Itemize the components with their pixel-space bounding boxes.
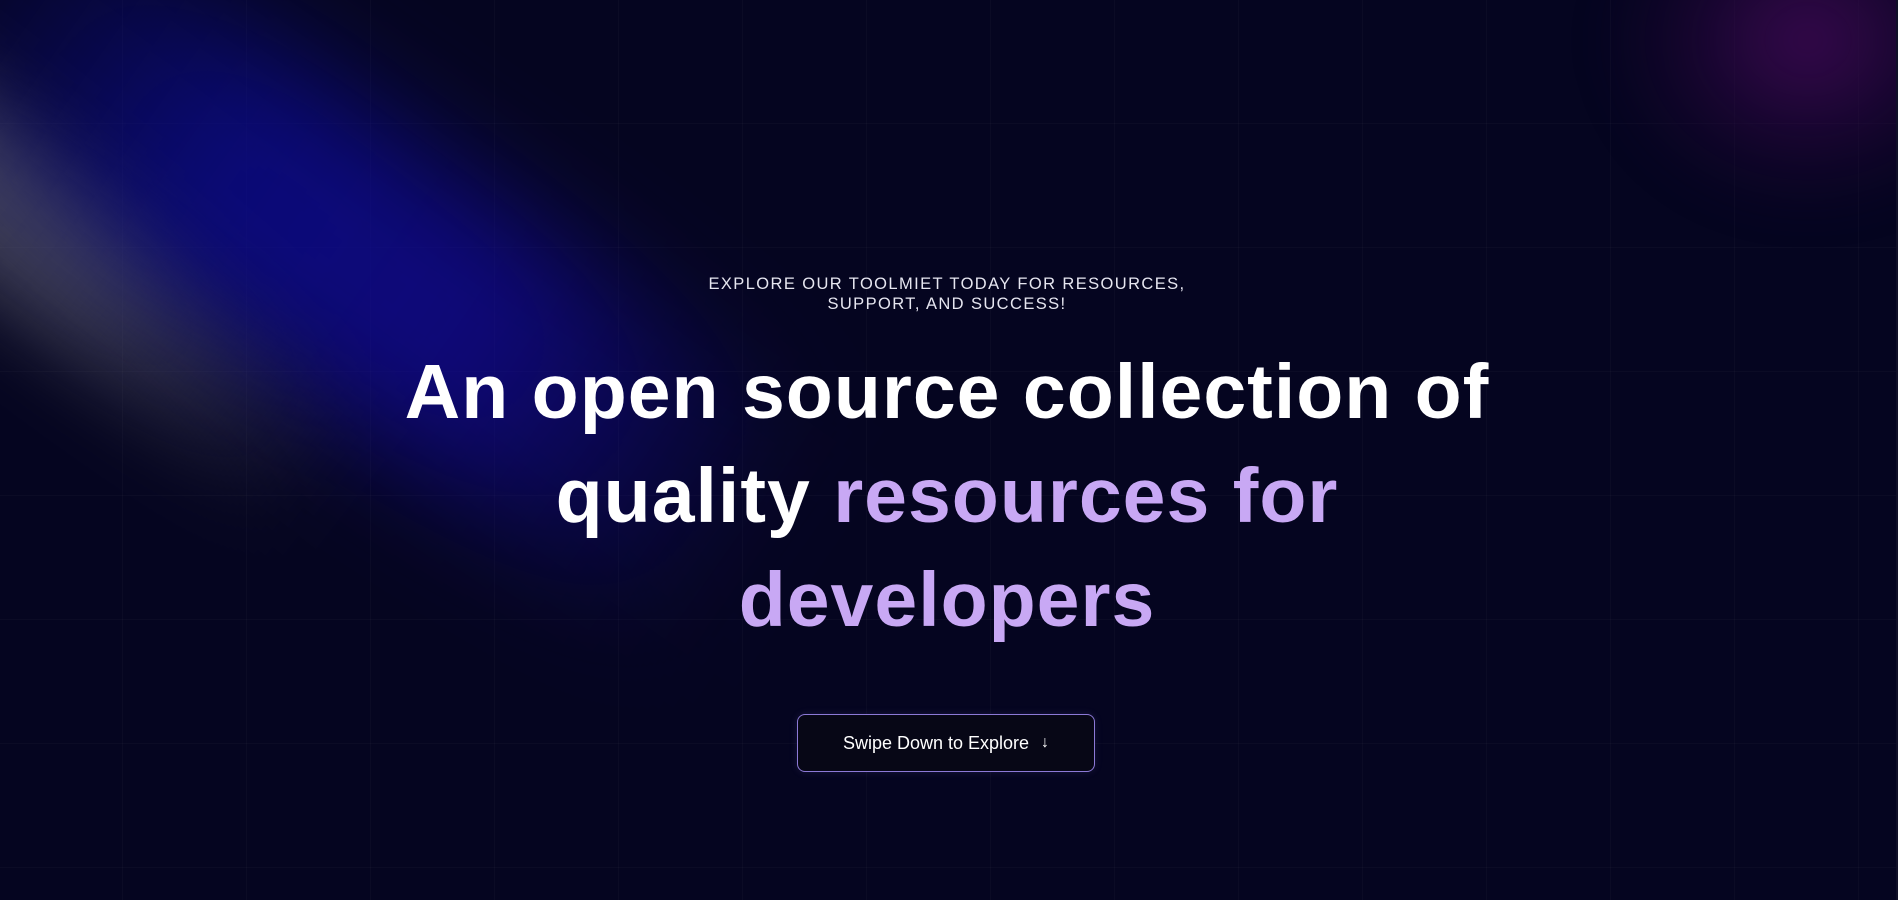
arrow-down-icon: ↓ [1041,734,1050,751]
hero-section: EXPLORE OUR TOOLMIET TODAY FOR RESOURCES… [0,0,1898,900]
cta-label: Swipe Down to Explore [842,732,1030,753]
headline-accent-text: resources for [833,453,1339,539]
headline-line-3: developers [738,557,1156,643]
hero-headline: An open source collection of quality res… [0,340,1894,652]
eyebrow-line-2: SUPPORT, AND SUCCESS! [827,295,1067,313]
eyebrow-line-1: EXPLORE OUR TOOLMIET TODAY FOR RESOURCES… [708,275,1186,293]
hero-content: EXPLORE OUR TOOLMIET TODAY FOR RESOURCES… [0,0,1898,900]
hero-eyebrow: EXPLORE OUR TOOLMIET TODAY FOR RESOURCES… [0,274,1894,314]
headline-line-1: An open source collection of [404,349,1490,435]
headline-line-2: quality resources for [0,444,1894,548]
swipe-down-explore-button[interactable]: Swipe Down to Explore ↓ [797,714,1095,772]
headline-plain-text: quality [555,453,834,539]
